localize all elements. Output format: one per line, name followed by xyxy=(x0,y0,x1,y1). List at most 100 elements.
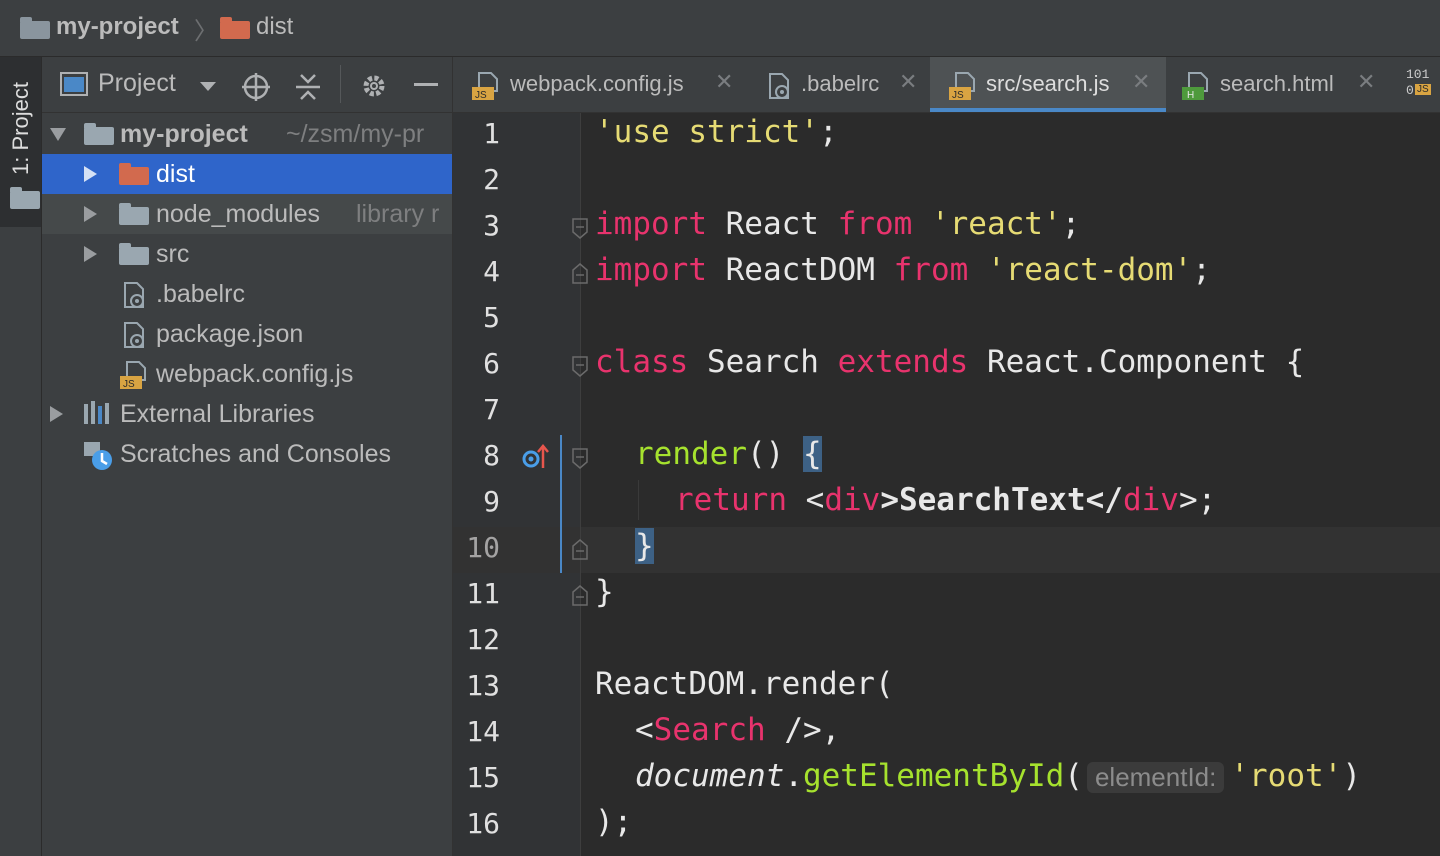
tree-item-dist[interactable]: dist xyxy=(42,154,452,194)
identifier: ReactDOM.render( xyxy=(595,666,894,702)
tab-label: search.html xyxy=(1220,71,1334,96)
tree-item-label: webpack.config.js xyxy=(156,360,354,388)
collapse-all-icon[interactable] xyxy=(294,72,322,107)
fold-start-icon[interactable] xyxy=(572,448,588,469)
minimize-icon[interactable] xyxy=(414,83,438,86)
code-line-3[interactable]: import React from 'react'; xyxy=(595,206,1080,242)
js-file-icon: JS xyxy=(471,71,499,101)
fold-end-icon[interactable] xyxy=(572,262,588,284)
punctuation: < xyxy=(635,712,654,748)
overrides-method-icon[interactable] xyxy=(522,441,552,476)
fold-start-icon[interactable] xyxy=(572,356,588,377)
tree-item-label: .babelrc xyxy=(156,280,245,308)
js-file-icon: JS xyxy=(948,71,976,101)
collapse-arrow-icon[interactable] xyxy=(50,406,63,422)
line-number: 4 xyxy=(483,255,500,288)
project-folder-icon xyxy=(10,187,40,209)
string-literal: 'root' xyxy=(1230,758,1343,794)
tree-item-my-project[interactable]: my-project ~/zsm/my-pr xyxy=(42,114,452,154)
collapse-arrow-icon[interactable] xyxy=(84,206,97,222)
tree-item-external-libraries[interactable]: External Libraries xyxy=(42,394,452,434)
tree-item-library-root: library r xyxy=(356,200,440,228)
fold-start-icon[interactable] xyxy=(572,218,588,239)
fold-end-icon[interactable] xyxy=(572,538,588,560)
jsx-tag: div xyxy=(824,482,881,518)
tree-item-label: my-project xyxy=(120,120,248,148)
svg-text:JS: JS xyxy=(952,90,964,101)
expand-arrow-icon[interactable] xyxy=(50,128,66,141)
matched-brace: { xyxy=(802,436,822,472)
code-line-16[interactable]: ); xyxy=(595,804,632,840)
editor-tab-bar: JS webpack.config.js ✕ .babelrc ✕ JS src… xyxy=(453,57,1440,113)
close-icon[interactable]: ✕ xyxy=(1132,69,1150,95)
config-file-icon xyxy=(122,280,146,308)
code-line-15[interactable]: document.getElementById(elementId:'root'… xyxy=(635,758,1361,794)
tree-item-scratches[interactable]: Scratches and Consoles xyxy=(42,434,452,474)
code-line-4[interactable]: import ReactDOM from 'react-dom'; xyxy=(595,252,1211,288)
jsx-text: >SearchText</ xyxy=(880,482,1123,518)
breadcrumb-project[interactable]: my-project xyxy=(56,13,179,41)
punctuation: >; xyxy=(1178,482,1217,518)
breadcrumb-folder[interactable]: dist xyxy=(256,13,293,41)
tree-item-src[interactable]: src xyxy=(42,234,452,274)
project-panel-title[interactable]: Project xyxy=(98,69,176,98)
code-line-13[interactable]: ReactDOM.render( xyxy=(595,666,894,702)
current-line-highlight xyxy=(453,527,1440,573)
global-identifier: document xyxy=(635,758,785,794)
dist-folder-icon xyxy=(220,17,250,39)
line-number-current: 10 xyxy=(466,531,500,564)
line-number: 11 xyxy=(466,577,500,610)
breadcrumb-separator: 〉 xyxy=(194,18,218,45)
code-line-8[interactable]: render() { xyxy=(635,436,822,472)
method-name: getElementById xyxy=(802,758,1065,794)
tree-item-node-modules[interactable]: node_modules library r xyxy=(42,194,452,234)
tree-item-label: External Libraries xyxy=(120,400,315,428)
tree-item-package-json[interactable]: package.json xyxy=(42,314,452,354)
keyword: extends xyxy=(837,344,969,380)
string-literal: 'react' xyxy=(912,206,1062,242)
punctuation: ; xyxy=(1061,206,1081,242)
identifier: React.Component { xyxy=(968,344,1305,380)
locate-icon[interactable] xyxy=(241,72,271,107)
keyword: return xyxy=(675,482,787,518)
tab-overflow-button[interactable]: 101 0 JS xyxy=(1397,57,1440,112)
tree-item-babelrc[interactable]: .babelrc xyxy=(42,274,452,314)
indent-guide xyxy=(638,480,639,520)
line-number: 8 xyxy=(483,439,500,472)
overflow-js-badge: JS xyxy=(1415,84,1431,95)
close-icon[interactable]: ✕ xyxy=(715,69,733,95)
fold-end-icon[interactable] xyxy=(572,584,588,606)
tab-webpack-config[interactable]: JS webpack.config.js ✕ xyxy=(453,57,741,112)
punctuation: < xyxy=(786,482,825,518)
code-line-6[interactable]: class Search extends React.Component { xyxy=(595,344,1304,380)
line-number: 6 xyxy=(483,347,500,380)
tree-item-webpack-config[interactable]: JS webpack.config.js xyxy=(42,354,452,394)
code-line-14[interactable]: <Search />, xyxy=(635,712,840,748)
tab-search-html[interactable]: H search.html ✕ xyxy=(1171,57,1377,112)
keyword: import xyxy=(595,206,707,242)
code-line-10[interactable]: } xyxy=(635,528,654,564)
identifier: React xyxy=(706,206,838,242)
close-icon[interactable]: ✕ xyxy=(1357,69,1375,95)
line-number: 5 xyxy=(483,301,500,334)
punctuation: ); xyxy=(595,804,633,840)
project-tool-label: 1: Project xyxy=(8,82,33,175)
tab-search-js[interactable]: JS src/search.js ✕ xyxy=(930,57,1166,112)
line-number: 9 xyxy=(483,485,500,518)
tab-babelrc[interactable]: .babelrc ✕ xyxy=(749,57,929,112)
close-icon[interactable]: ✕ xyxy=(899,69,917,95)
collapse-arrow-icon[interactable] xyxy=(84,246,97,262)
code-line-9[interactable]: return <div>SearchText</div>; xyxy=(675,482,1216,518)
project-tool-button[interactable]: 1: Project xyxy=(0,57,41,227)
gear-icon[interactable] xyxy=(360,72,388,105)
punctuation: () xyxy=(746,436,803,472)
vcs-change-marker xyxy=(560,435,562,573)
tree-item-label: dist xyxy=(156,160,195,188)
view-dropdown-chevron-icon[interactable] xyxy=(200,82,216,91)
code-line-1[interactable]: 'use strict'; xyxy=(595,114,838,150)
keyword: class xyxy=(595,344,689,380)
parameter-hint: elementId: xyxy=(1086,762,1225,793)
code-line-11[interactable]: } xyxy=(595,574,614,610)
collapse-arrow-icon[interactable] xyxy=(84,166,97,182)
keyword: import xyxy=(595,252,707,288)
